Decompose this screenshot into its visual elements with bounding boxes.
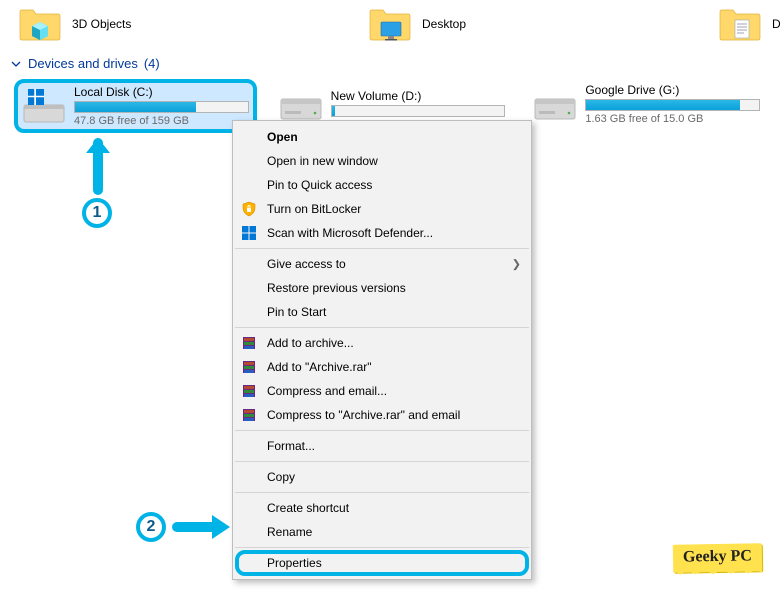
drive-icon	[279, 85, 323, 123]
drive-item-0[interactable]: Local Disk (C:) 47.8 GB free of 159 GB	[14, 79, 257, 133]
section-count: (4)	[144, 56, 160, 71]
context-menu-item-label: Add to archive...	[267, 336, 354, 350]
context-menu-item-label: Open	[267, 130, 298, 144]
context-menu-separator	[235, 430, 529, 431]
context-menu-item-label: Restore previous versions	[267, 281, 406, 295]
folder-3d-objects[interactable]: 3D Objects	[18, 6, 188, 42]
context-menu-item[interactable]: Pin to Quick access	[233, 173, 531, 197]
context-menu-separator	[235, 327, 529, 328]
context-menu-item[interactable]: Give access to ❯	[233, 252, 531, 276]
context-menu-item[interactable]: Compress to "Archive.rar" and email	[233, 403, 531, 427]
folder-desktop[interactable]: Desktop	[368, 6, 538, 42]
drive-status: 1.63 GB free of 15.0 GB	[585, 113, 760, 125]
context-menu-item-label: Format...	[267, 439, 315, 453]
annotation-badge-2: 2	[136, 512, 166, 542]
context-menu-item[interactable]: Add to "Archive.rar"	[233, 355, 531, 379]
annotation-arrow-1	[80, 135, 120, 195]
context-menu-item[interactable]: Open	[233, 125, 531, 149]
drive-name: New Volume (D:)	[331, 89, 506, 103]
context-menu-separator	[235, 547, 529, 548]
watermark: Geeky PC	[673, 543, 762, 573]
context-menu-item-label: Add to "Archive.rar"	[267, 360, 372, 374]
context-menu-separator	[235, 248, 529, 249]
context-menu-item[interactable]: Properties	[233, 551, 531, 575]
drive-usage-bar	[331, 105, 506, 117]
folder-documents[interactable]: Documents	[718, 6, 780, 42]
drive-item-2[interactable]: Google Drive (G:) 1.63 GB free of 15.0 G…	[529, 79, 766, 129]
drive-status: 47.8 GB free of 159 GB	[74, 115, 249, 127]
defender-icon	[241, 225, 257, 241]
context-menu-item[interactable]: Rename	[233, 520, 531, 544]
chevron-down-icon	[10, 58, 22, 70]
rar-icon	[241, 407, 257, 423]
context-menu-item-label: Give access to	[267, 257, 346, 271]
rar-icon	[241, 383, 257, 399]
drive-name: Local Disk (C:)	[74, 85, 249, 99]
context-menu-item-label: Compress to "Archive.rar" and email	[267, 408, 460, 422]
annotation-arrow-2	[172, 513, 232, 543]
context-menu-item[interactable]: Scan with Microsoft Defender...	[233, 221, 531, 245]
context-menu-item-label: Pin to Quick access	[267, 178, 372, 192]
shield-icon	[241, 201, 257, 217]
context-menu-item[interactable]: Turn on BitLocker	[233, 197, 531, 221]
context-menu-item[interactable]: Create shortcut	[233, 496, 531, 520]
drive-name: Google Drive (G:)	[585, 83, 760, 97]
chevron-right-icon: ❯	[512, 258, 521, 271]
context-menu-item[interactable]: Compress and email...	[233, 379, 531, 403]
folder-label: Documents	[772, 17, 780, 31]
context-menu-item-label: Create shortcut	[267, 501, 349, 515]
drive-icon	[533, 85, 577, 123]
devices-section-header[interactable]: Devices and drives (4)	[0, 50, 780, 75]
context-menu-item-label: Properties	[267, 556, 322, 570]
context-menu-item-label: Turn on BitLocker	[267, 202, 361, 216]
folder-3d-objects-icon	[18, 6, 62, 42]
context-menu-item-label: Open in new window	[267, 154, 378, 168]
context-menu: Open Open in new window Pin to Quick acces…	[232, 120, 532, 580]
annotation-badge-1: 1	[82, 198, 112, 228]
drive-icon	[22, 87, 66, 125]
folder-label: Desktop	[422, 17, 466, 31]
context-menu-item-label: Compress and email...	[267, 384, 387, 398]
section-title: Devices and drives	[28, 56, 138, 71]
context-menu-separator	[235, 461, 529, 462]
context-menu-item[interactable]: Open in new window	[233, 149, 531, 173]
context-menu-item[interactable]: Add to archive...	[233, 331, 531, 355]
context-menu-item-label: Rename	[267, 525, 312, 539]
context-menu-item[interactable]: Copy	[233, 465, 531, 489]
context-menu-item[interactable]: Restore previous versions	[233, 276, 531, 300]
context-menu-item[interactable]: Pin to Start	[233, 300, 531, 324]
folder-desktop-icon	[368, 6, 412, 42]
context-menu-item-label: Scan with Microsoft Defender...	[267, 226, 433, 240]
context-menu-item[interactable]: Format...	[233, 434, 531, 458]
context-menu-separator	[235, 492, 529, 493]
drive-usage-bar	[585, 99, 760, 111]
folder-documents-icon	[718, 6, 762, 42]
rar-icon	[241, 359, 257, 375]
context-menu-item-label: Pin to Start	[267, 305, 326, 319]
folder-label: 3D Objects	[72, 17, 131, 31]
rar-icon	[241, 335, 257, 351]
drive-usage-bar	[74, 101, 249, 113]
context-menu-item-label: Copy	[267, 470, 295, 484]
